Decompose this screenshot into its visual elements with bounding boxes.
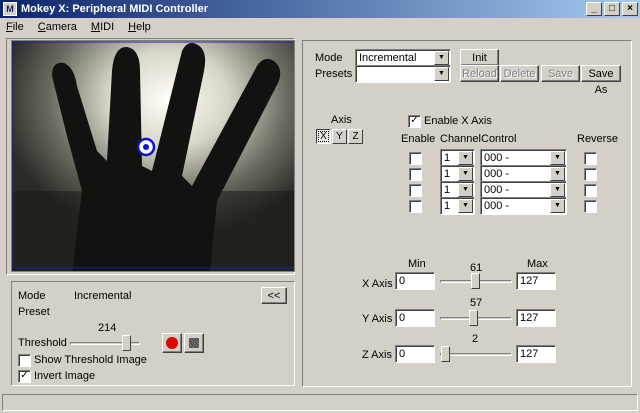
row-channel-value: 1	[444, 168, 451, 180]
header-channel: Channel	[440, 133, 481, 145]
stop-button[interactable]	[184, 333, 204, 353]
y-axis-slider[interactable]	[440, 309, 512, 327]
show-threshold-checkbox[interactable]	[18, 354, 31, 367]
config-mode-label: Mode	[315, 52, 343, 64]
axis-y-button[interactable]: Y	[332, 129, 347, 144]
chevron-down-icon[interactable]: ▼	[550, 151, 565, 165]
status-mode-value: Incremental	[74, 290, 132, 302]
y-axis-min-input[interactable]: 0	[395, 309, 435, 327]
x-axis-max-input[interactable]: 127	[516, 272, 556, 290]
presets-label: Presets	[315, 68, 353, 80]
close-icon[interactable]: ×	[622, 2, 638, 16]
status-mode-label: Mode	[18, 290, 46, 302]
chevron-down-icon[interactable]: ▼	[550, 199, 565, 213]
x-axis-slider[interactable]	[440, 272, 512, 290]
chevron-down-icon[interactable]: ▼	[458, 167, 473, 181]
enable-axis-label: Enable X Axis	[424, 115, 492, 127]
minimize-icon[interactable]: _	[586, 2, 602, 16]
maximize-icon[interactable]: □	[604, 2, 620, 16]
row-channel-value: 1	[444, 200, 451, 212]
x-axis-slider-thumb[interactable]	[471, 273, 480, 289]
header-control: Control	[481, 133, 517, 145]
z-axis-min-input[interactable]: 0	[395, 345, 435, 363]
row-control-value: 000 -	[484, 200, 510, 212]
save-as-button[interactable]: Save As	[581, 65, 621, 96]
enable-axis-checkbox[interactable]: ✓	[408, 115, 421, 128]
row-reverse-checkbox[interactable]	[584, 152, 597, 165]
y-axis-value: 57	[470, 297, 483, 309]
stop-icon	[189, 338, 199, 348]
chevron-down-icon[interactable]: ▼	[458, 199, 473, 213]
delete-button[interactable]: Delete	[500, 65, 539, 82]
menu-bar: File Camera MIDI Help	[0, 18, 640, 36]
row-enable-checkbox[interactable]	[409, 184, 422, 197]
window-title: Mokey X: Peripheral MIDI Controller	[21, 3, 209, 15]
menu-file[interactable]: File	[4, 21, 26, 33]
header-enable: Enable	[401, 133, 436, 145]
mode-select-value: Incremental	[359, 52, 417, 64]
threshold-slider[interactable]	[70, 334, 140, 352]
status-bar	[2, 394, 638, 411]
z-axis-slider[interactable]	[440, 345, 512, 363]
threshold-value: 214	[98, 322, 117, 334]
z-axis-max-input[interactable]: 127	[516, 345, 556, 363]
row-control-value: 000 -	[484, 168, 510, 180]
presets-select[interactable]: ▼	[355, 65, 451, 83]
init-button[interactable]: Init	[460, 49, 499, 66]
z-axis-slider-thumb[interactable]	[441, 346, 450, 362]
collapse-button[interactable]: <<	[261, 287, 287, 304]
app-icon[interactable]: M	[3, 2, 17, 16]
z-axis-label: Z Axis	[362, 349, 392, 361]
chevron-down-icon[interactable]: ▼	[458, 151, 473, 165]
menu-help[interactable]: Help	[126, 21, 153, 33]
tracker-icon	[136, 137, 156, 157]
axis-x-button[interactable]: X	[316, 129, 331, 144]
record-button[interactable]	[162, 333, 182, 353]
show-threshold-label: Show Threshold Image	[34, 354, 147, 366]
record-icon	[166, 337, 178, 349]
y-axis-label: Y Axis	[362, 313, 393, 325]
threshold-slider-thumb[interactable]	[122, 335, 131, 351]
row-channel-select[interactable]: 1 ▼	[440, 197, 475, 215]
x-axis-min-input[interactable]: 0	[395, 272, 435, 290]
axis-label: Axis	[331, 114, 352, 126]
max-label: Max	[527, 258, 548, 270]
chevron-down-icon[interactable]: ▼	[434, 67, 449, 81]
row-control-value: 000 -	[484, 152, 510, 164]
row-enable-checkbox[interactable]	[409, 152, 422, 165]
chevron-down-icon[interactable]: ▼	[434, 51, 449, 65]
row-enable-checkbox[interactable]	[409, 168, 422, 181]
reload-button[interactable]: Reload	[460, 65, 499, 82]
menu-camera[interactable]: Camera	[36, 21, 79, 33]
chevron-down-icon[interactable]: ▼	[550, 183, 565, 197]
status-preset-label: Preset	[18, 306, 50, 318]
row-channel-value: 1	[444, 184, 451, 196]
row-enable-checkbox[interactable]	[409, 200, 422, 213]
header-reverse: Reverse	[577, 133, 618, 145]
row-control-value: 000 -	[484, 184, 510, 196]
row-reverse-checkbox[interactable]	[584, 184, 597, 197]
chevron-down-icon[interactable]: ▼	[550, 167, 565, 181]
row-reverse-checkbox[interactable]	[584, 200, 597, 213]
axis-z-button[interactable]: Z	[348, 129, 363, 144]
z-axis-value: 2	[472, 333, 479, 345]
camera-image	[12, 41, 294, 271]
row-control-select[interactable]: 000 - ▼	[480, 197, 567, 215]
row-reverse-checkbox[interactable]	[584, 168, 597, 181]
min-label: Min	[408, 258, 426, 270]
threshold-label: Threshold	[18, 337, 67, 349]
save-button[interactable]: Save	[541, 65, 580, 82]
title-bar: M Mokey X: Peripheral MIDI Controller _ …	[0, 0, 640, 18]
row-channel-value: 1	[444, 152, 451, 164]
y-axis-slider-thumb[interactable]	[469, 310, 478, 326]
menu-midi[interactable]: MIDI	[89, 21, 116, 33]
y-axis-max-input[interactable]: 127	[516, 309, 556, 327]
invert-image-label: Invert Image	[34, 370, 96, 382]
invert-image-checkbox[interactable]: ✓	[18, 370, 31, 383]
chevron-down-icon[interactable]: ▼	[458, 183, 473, 197]
x-axis-label: X Axis	[362, 278, 393, 290]
camera-view[interactable]	[11, 40, 295, 272]
